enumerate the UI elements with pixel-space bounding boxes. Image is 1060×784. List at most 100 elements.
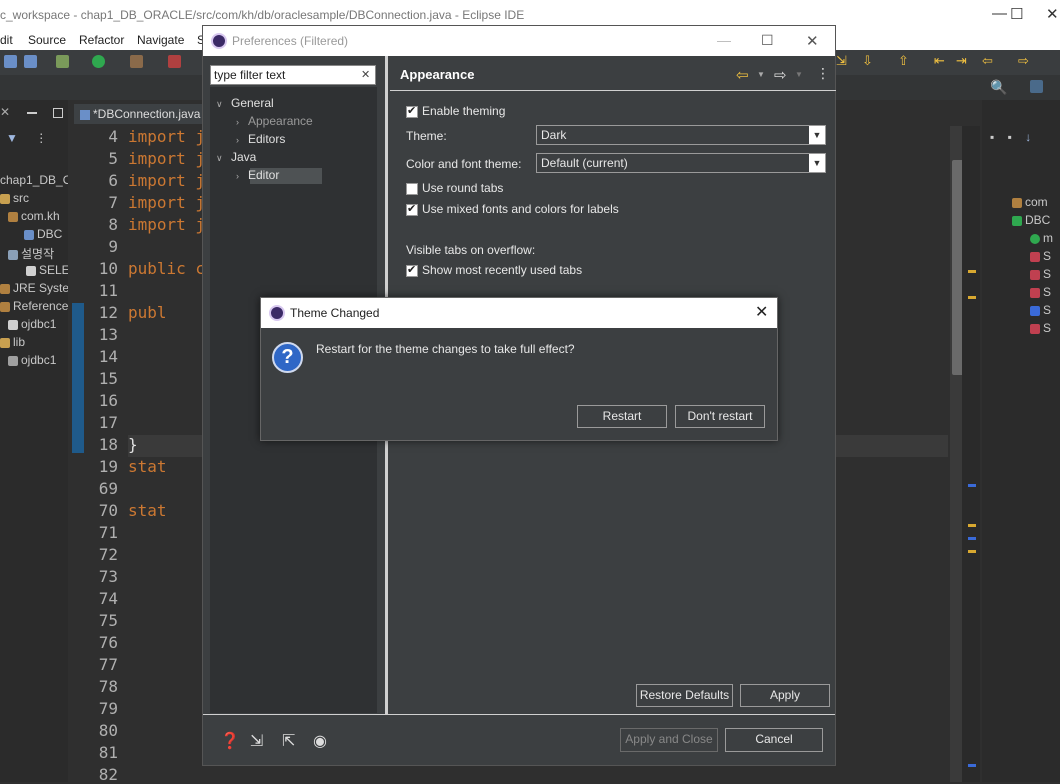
- apply-button[interactable]: Apply: [740, 684, 830, 707]
- view-menu-icon[interactable]: ⋮: [35, 131, 47, 145]
- show-recent-tabs-checkbox[interactable]: [406, 263, 418, 277]
- outline-item[interactable]: S: [1030, 285, 1051, 299]
- tree-item-src[interactable]: src: [0, 191, 29, 205]
- maximize-icon[interactable]: ☐: [761, 32, 774, 49]
- code-line[interactable]: import j: [128, 127, 205, 146]
- overview-marker[interactable]: [968, 270, 976, 273]
- chevron-right-icon[interactable]: ›: [236, 135, 239, 145]
- help-icon[interactable]: ❓: [220, 731, 240, 751]
- chevron-down-icon[interactable]: ∨: [216, 153, 223, 164]
- use-mixed-fonts-checkbox[interactable]: [406, 202, 418, 216]
- back-arrow-icon[interactable]: ⇦: [736, 66, 749, 84]
- forward-icon[interactable]: ⇨: [1018, 53, 1029, 69]
- outline-item[interactable]: S: [1030, 267, 1051, 281]
- code-line[interactable]: import j: [128, 149, 205, 168]
- code-line[interactable]: publ: [128, 303, 167, 322]
- menu-navigate[interactable]: Navigate: [137, 33, 184, 47]
- toolbar-next-icon[interactable]: ⇲: [836, 53, 847, 69]
- toolbar-prev-annotation-icon[interactable]: ⇧: [898, 53, 909, 69]
- minimize-icon[interactable]: —: [992, 5, 1007, 22]
- close-icon[interactable]: ✕: [755, 302, 768, 322]
- hide-static-icon[interactable]: ▪: [1008, 130, 1012, 144]
- close-icon[interactable]: ✕: [1046, 5, 1059, 23]
- maximize-icon[interactable]: ☐: [1010, 5, 1023, 23]
- toolbar-annotation-icon[interactable]: ⇩: [862, 53, 873, 69]
- color-font-theme-select[interactable]: Default (current) ▼: [536, 153, 826, 173]
- apply-and-close-button[interactable]: Apply and Close: [620, 728, 718, 752]
- outline-item[interactable]: DBC: [1012, 213, 1050, 227]
- forward-dropdown-icon[interactable]: ▼: [795, 70, 803, 79]
- code-line[interactable]: stat: [128, 501, 167, 520]
- overview-marker[interactable]: [968, 550, 976, 553]
- tree-item-java[interactable]: Java: [231, 150, 256, 164]
- page-menu-icon[interactable]: ⋮: [816, 65, 830, 82]
- close-icon[interactable]: ✕: [806, 32, 819, 50]
- import-icon[interactable]: ⇲: [250, 731, 263, 751]
- use-round-tabs-checkbox[interactable]: [406, 183, 418, 195]
- back-dropdown-icon[interactable]: ▼: [757, 70, 765, 79]
- perspective-icon[interactable]: [1030, 80, 1043, 93]
- restore-defaults-button[interactable]: Restore Defaults: [636, 684, 733, 707]
- tree-item-ojdbc-lib[interactable]: ojdbc1: [8, 353, 56, 367]
- overview-marker[interactable]: [968, 537, 976, 540]
- tree-item-ojdbc-ref[interactable]: ojdbc1: [8, 317, 56, 331]
- next-edit-icon[interactable]: ⇥: [956, 53, 967, 69]
- menu-refactor[interactable]: Refactor: [79, 33, 124, 47]
- code-line[interactable]: import j: [128, 193, 205, 212]
- forward-arrow-icon[interactable]: ⇨: [774, 66, 787, 84]
- code-line[interactable]: import j: [128, 171, 205, 190]
- search-icon[interactable]: 🔍: [990, 79, 1007, 96]
- minimize-icon[interactable]: —: [717, 32, 731, 48]
- filter-icon[interactable]: ▼: [6, 131, 18, 145]
- overview-marker[interactable]: [968, 764, 976, 767]
- tree-item-package[interactable]: com.kh: [8, 209, 60, 223]
- dont-restart-button[interactable]: Don't restart: [675, 405, 765, 428]
- outline-item[interactable]: com: [1012, 195, 1048, 209]
- cancel-button[interactable]: Cancel: [725, 728, 823, 752]
- save-all-icon[interactable]: [24, 55, 37, 68]
- overview-marker[interactable]: [968, 524, 976, 527]
- code-line[interactable]: import j: [128, 215, 205, 234]
- overview-marker[interactable]: [968, 296, 976, 299]
- menu-source[interactable]: Source: [28, 33, 66, 47]
- run-icon[interactable]: [92, 55, 105, 68]
- tree-item-dbconnection[interactable]: DBC: [24, 227, 62, 241]
- enable-theming-checkbox[interactable]: [406, 104, 418, 118]
- tree-item-general[interactable]: General: [231, 96, 274, 110]
- tree-item-jre[interactable]: JRE Systen: [0, 281, 76, 295]
- tree-item-select[interactable]: SELE: [26, 263, 70, 277]
- overview-ruler[interactable]: [962, 126, 980, 782]
- tree-item-editor[interactable]: Editor: [248, 168, 279, 182]
- chevron-right-icon[interactable]: ›: [236, 117, 239, 127]
- overview-marker[interactable]: [968, 484, 976, 487]
- back-icon[interactable]: ⇦: [982, 53, 993, 69]
- theme-select[interactable]: Dark ▼: [536, 125, 826, 145]
- code-line[interactable]: public c: [128, 259, 205, 278]
- coverage-icon[interactable]: [130, 55, 143, 68]
- outline-item[interactable]: m: [1030, 231, 1053, 245]
- chevron-down-icon[interactable]: ∨: [216, 99, 223, 110]
- chevron-right-icon[interactable]: ›: [236, 171, 239, 181]
- outline-item[interactable]: S: [1030, 303, 1051, 317]
- tree-item-docs[interactable]: 설명작: [8, 245, 54, 262]
- hide-fields-icon[interactable]: ▪: [990, 130, 994, 144]
- restart-button[interactable]: Restart: [577, 405, 667, 428]
- outline-item[interactable]: S: [1030, 321, 1051, 335]
- menu-edit[interactable]: dit: [0, 33, 13, 47]
- save-icon[interactable]: [4, 55, 17, 68]
- clear-filter-icon[interactable]: ✕: [361, 68, 370, 81]
- tree-item-appearance[interactable]: Appearance: [248, 114, 313, 128]
- debug-icon[interactable]: [56, 55, 69, 68]
- tree-item-editors[interactable]: Editors: [248, 132, 285, 146]
- code-line[interactable]: stat: [128, 457, 167, 476]
- outline-item[interactable]: S: [1030, 249, 1051, 263]
- sort-icon[interactable]: ↓: [1025, 130, 1031, 144]
- code-line[interactable]: }: [128, 435, 138, 454]
- oomph-icon[interactable]: ◉: [313, 731, 327, 751]
- tree-item-lib[interactable]: lib: [0, 335, 25, 349]
- tree-item-referenced[interactable]: Referencec: [0, 299, 74, 313]
- editor-tab[interactable]: *DBConnection.java: [74, 104, 204, 124]
- filter-input[interactable]: type filter text: [210, 65, 376, 85]
- external-tools-icon[interactable]: [168, 55, 181, 68]
- export-icon[interactable]: ⇱: [282, 731, 295, 751]
